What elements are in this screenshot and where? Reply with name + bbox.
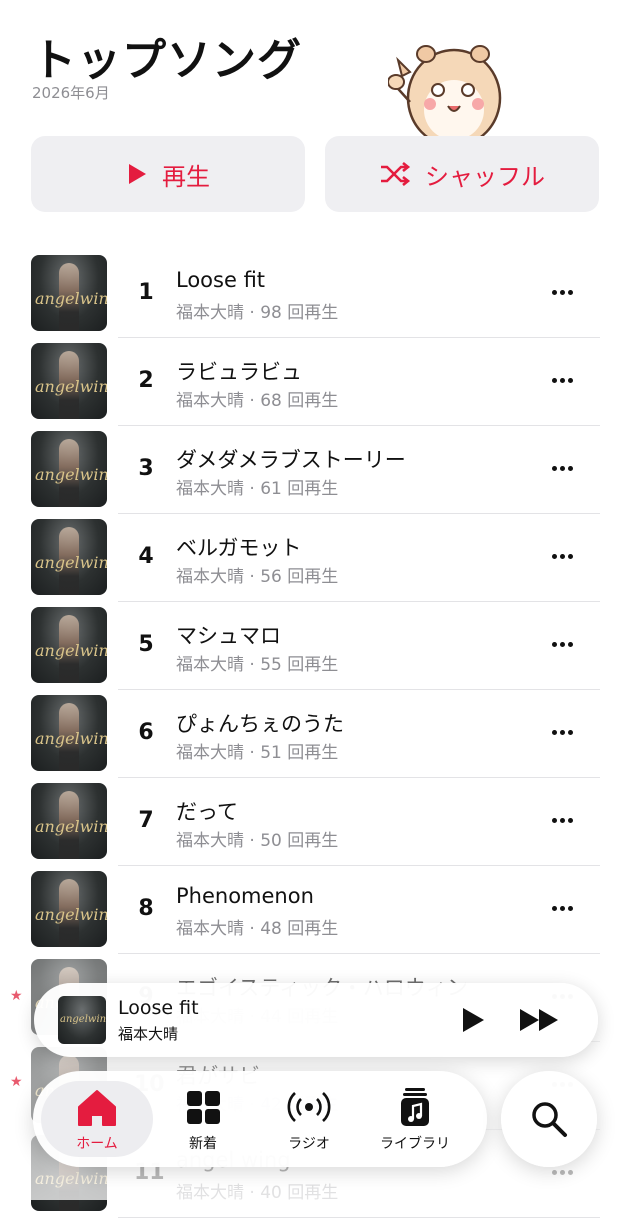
shuffle-button[interactable]: シャッフル xyxy=(325,136,599,212)
song-title: Phenomenon xyxy=(176,884,314,908)
song-row[interactable]: angelwing 6 ぴょんちぇのうた福本大晴 · 51 回再生 xyxy=(0,690,631,778)
song-meta: 福本大晴 · 55 回再生 xyxy=(176,655,339,675)
album-artwork: angelwing xyxy=(31,871,107,947)
home-icon xyxy=(78,1090,116,1126)
song-rank: 7 xyxy=(138,808,154,833)
song-meta: 福本大晴 · 98 回再生 xyxy=(176,303,339,323)
tab-radio-label: ラジオ xyxy=(288,1136,330,1152)
star-sticker: ★ xyxy=(10,1074,23,1090)
album-logo: angelwing xyxy=(35,729,107,748)
song-meta: 福本大晴 · 61 回再生 xyxy=(176,479,339,499)
play-label: 再生 xyxy=(162,162,210,191)
tab-radio[interactable]: ラジオ xyxy=(253,1081,365,1157)
song-title: ベルガモット xyxy=(176,536,302,560)
album-logo: angelwing xyxy=(35,905,107,924)
song-row[interactable]: angelwing 1 Loose fit 福本大晴 · 98 回再生 xyxy=(0,250,631,338)
album-logo: angelwing xyxy=(35,817,107,836)
album-logo: angelwing xyxy=(35,641,107,660)
tab-library-label: ライブラリ xyxy=(380,1136,450,1152)
song-meta: 福本大晴 · 48 回再生 xyxy=(176,919,339,939)
mini-player-title: Loose fit xyxy=(118,997,199,1019)
song-rank: 2 xyxy=(138,368,154,393)
song-row[interactable]: angelwing 4 ベルガモット福本大晴 · 56 回再生 xyxy=(0,514,631,602)
fast-forward-icon[interactable] xyxy=(518,1005,562,1035)
song-rank: 6 xyxy=(138,720,154,745)
album-logo: angelwing xyxy=(60,1014,106,1025)
page-subtitle: 2026年6月 xyxy=(32,84,110,102)
search-icon xyxy=(532,1102,567,1137)
album-artwork: angelwing xyxy=(31,343,107,419)
tab-library[interactable]: ライブラリ xyxy=(359,1081,471,1157)
play-icon xyxy=(129,164,146,184)
album-artwork: angelwing xyxy=(31,607,107,683)
play-button[interactable]: 再生 xyxy=(31,136,305,212)
album-artwork: angelwing xyxy=(31,695,107,771)
song-row[interactable]: angelwing 5 マシュマロ福本大晴 · 55 回再生 xyxy=(0,602,631,690)
page-header: トップソング 2026年6月 xyxy=(32,24,592,152)
radio-icon xyxy=(287,1092,331,1122)
tab-new[interactable]: 新着 xyxy=(147,1081,259,1157)
song-row[interactable]: angelwing 7 だって福本大晴 · 50 回再生 xyxy=(0,778,631,866)
album-artwork: angelwing xyxy=(31,519,107,595)
tab-bar: ホーム 新着 ラジオ ライブラリ xyxy=(33,1071,487,1167)
song-meta: 福本大晴 · 51 回再生 xyxy=(176,743,339,763)
album-logo: angelwing xyxy=(35,553,107,572)
more-options-icon[interactable] xyxy=(546,808,578,832)
song-title: Loose fit xyxy=(176,268,266,292)
song-title: だって xyxy=(176,800,238,824)
grid-icon xyxy=(187,1091,220,1124)
mini-player-artwork: angelwing xyxy=(58,996,106,1044)
tab-home[interactable]: ホーム xyxy=(41,1081,153,1157)
tab-new-label: 新着 xyxy=(189,1136,217,1152)
more-options-icon[interactable] xyxy=(546,720,578,744)
mini-player-artist: 福本大晴 xyxy=(118,1025,179,1043)
song-meta: 福本大晴 · 50 回再生 xyxy=(176,831,339,851)
song-rank: 4 xyxy=(138,544,154,569)
more-options-icon[interactable] xyxy=(546,896,578,920)
album-logo: angelwing xyxy=(35,289,107,308)
more-options-icon[interactable] xyxy=(546,544,578,568)
more-options-icon[interactable] xyxy=(546,280,578,304)
album-artwork: angelwing xyxy=(31,783,107,859)
shuffle-label: シャッフル xyxy=(425,162,545,191)
album-logo: angelwing xyxy=(35,465,107,484)
song-title: ラビュラビュ xyxy=(176,360,302,384)
song-rank: 3 xyxy=(138,456,154,481)
song-meta: 福本大晴 · 68 回再生 xyxy=(176,391,339,411)
song-row[interactable]: angelwing 2 ラビュラビュ福本大晴 · 68 回再生 xyxy=(0,338,631,426)
song-rank: 1 xyxy=(138,280,154,305)
album-logo: angelwing xyxy=(35,377,107,396)
music-library-icon xyxy=(401,1088,429,1126)
song-title: ぴょんちぇのうた xyxy=(176,712,344,736)
song-title: ダメダメラブストーリー xyxy=(176,448,406,472)
song-row[interactable]: angelwing 3 ダメダメラブストーリー福本大晴 · 61 回再生 xyxy=(0,426,631,514)
tab-home-label: ホーム xyxy=(76,1136,118,1152)
search-button[interactable] xyxy=(501,1071,597,1167)
more-options-icon[interactable] xyxy=(546,632,578,656)
song-rank: 8 xyxy=(138,896,154,921)
shuffle-icon xyxy=(381,162,411,186)
more-options-icon[interactable] xyxy=(546,456,578,480)
more-options-icon[interactable] xyxy=(546,368,578,392)
song-title: マシュマロ xyxy=(176,624,281,648)
album-artwork: angelwing xyxy=(31,431,107,507)
song-rank: 5 xyxy=(138,632,154,657)
star-sticker: ★ xyxy=(10,988,23,1004)
album-artwork: angelwing xyxy=(31,255,107,331)
page-title: トップソング xyxy=(32,35,302,86)
song-row[interactable]: angelwing 8 Phenomenon 福本大晴 · 48 回再生 xyxy=(0,866,631,954)
mini-player[interactable]: angelwing Loose fit 福本大晴 xyxy=(34,983,598,1057)
song-meta: 福本大晴 · 56 回再生 xyxy=(176,567,339,587)
play-icon[interactable] xyxy=(458,1005,488,1035)
